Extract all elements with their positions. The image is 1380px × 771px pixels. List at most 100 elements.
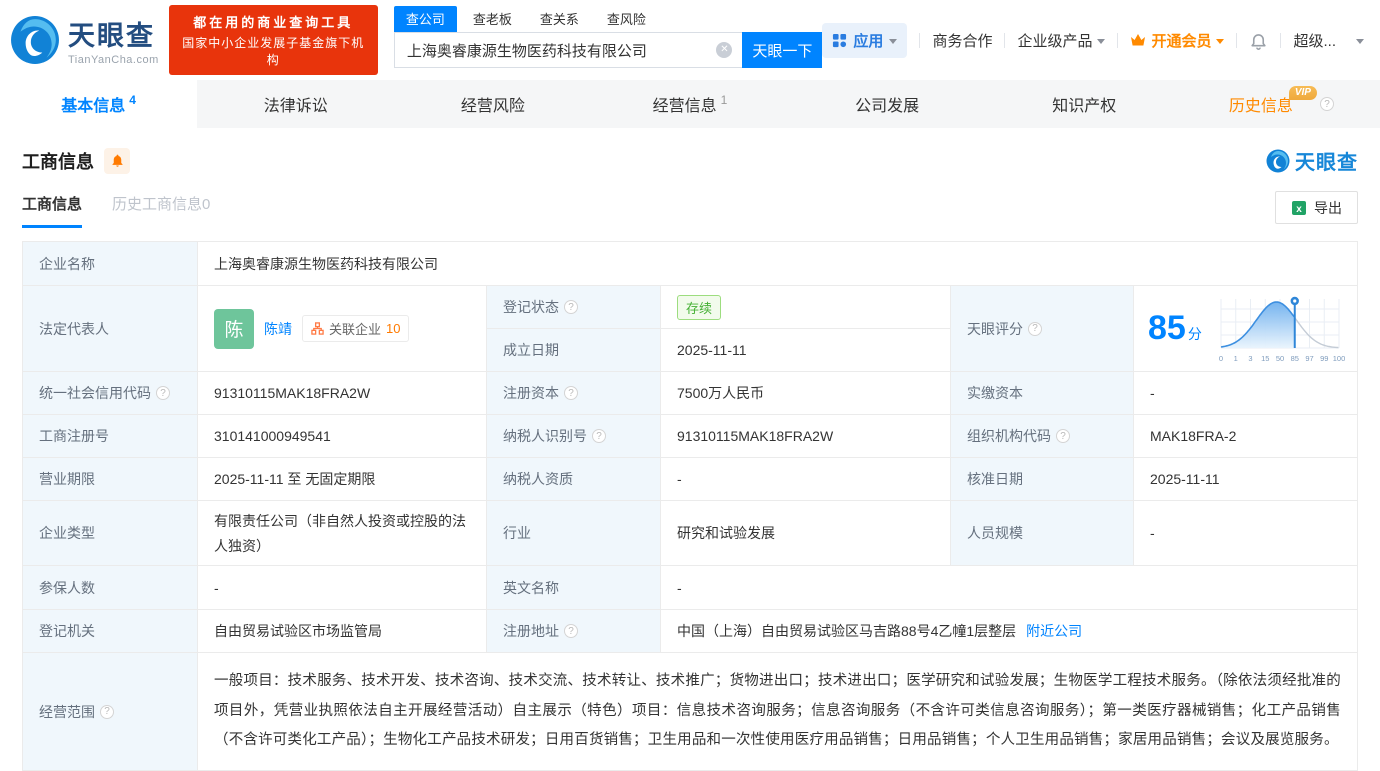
tab-label: 经营风险 [460, 98, 525, 115]
help-icon[interactable]: ? [564, 386, 578, 400]
nav-open-vip[interactable]: 开通会员 [1130, 30, 1225, 51]
tab-label: 知识产权 [1052, 98, 1117, 115]
open-vip-label: 开通会员 [1151, 32, 1212, 50]
tab-basic-info[interactable]: 基本信息 4 [0, 80, 198, 128]
legal-rep-value: 陈 陈靖 关联企业 10 [198, 286, 487, 372]
search-tab-risk[interactable]: 查风险 [595, 6, 658, 32]
tab-label: 法律诉讼 [263, 98, 328, 115]
promo-line1: 都在用的商业查询工具 [193, 15, 354, 30]
industry-value: 研究和试验发展 [661, 501, 951, 566]
section-title: 工商信息 [22, 151, 94, 172]
related-label: 关联企业 [329, 322, 382, 337]
watermark-text: 天眼查 [1295, 152, 1358, 174]
score-number: 85 分 [1148, 309, 1202, 347]
tab-operation-risk[interactable]: 经营风险 [394, 80, 591, 128]
help-icon[interactable]: ? [100, 704, 114, 719]
subtab-history-business-info[interactable]: 历史工商信息0 [112, 193, 210, 228]
search-input-wrap: ✕ [393, 32, 743, 68]
score-chart: 0 1 3 15 50 85 97 99 100 [1219, 296, 1346, 363]
legal-rep-avatar[interactable]: 陈 [214, 308, 254, 349]
apps-menu[interactable]: 应用 [822, 22, 908, 58]
search-button[interactable]: 天眼一下 [742, 32, 823, 68]
company-name-label: 企业名称 [23, 242, 198, 286]
taxpayer-quality-label: 纳税人资质 [487, 458, 661, 501]
reg-authority-label: 登记机关 [23, 610, 198, 653]
company-type-value: 有限责任公司（非自然人投资或控股的法人独资） [198, 501, 487, 566]
nav-enterprise-products[interactable]: 企业级产品 [1017, 30, 1106, 51]
search-tabs: 查公司 查老板 查关系 查风险 [393, 6, 823, 32]
monitor-bell-icon[interactable] [104, 147, 130, 174]
svg-text:1: 1 [1234, 354, 1238, 363]
search-tab-relation[interactable]: 查关系 [528, 6, 591, 32]
business-term-value: 2025-11-11 至 无固定期限 [198, 458, 487, 501]
paid-capital-value: - [1134, 372, 1358, 415]
staff-size-value: - [1134, 501, 1358, 566]
top-nav: 应用 商务合作 企业级产品 开通会员 超级... [822, 22, 1364, 58]
approval-date-value: 2025-11-11 [1134, 458, 1358, 501]
svg-text:100: 100 [1333, 354, 1346, 363]
reg-capital-value: 7500万人民币 [661, 372, 951, 415]
tab-company-development[interactable]: 公司发展 [789, 80, 986, 128]
org-structure-icon [311, 322, 324, 335]
promo-badge: 都在用的商业查询工具 国家中小企业发展子基金旗下机构 [168, 5, 378, 75]
tab-count: 1 [720, 93, 728, 107]
help-icon[interactable]: ? [564, 624, 578, 638]
excel-icon: x [1292, 200, 1306, 215]
business-scope-label: 经营范围? [23, 653, 198, 771]
legal-rep-name-link[interactable]: 陈靖 [264, 319, 292, 339]
tab-label: 公司发展 [855, 98, 920, 115]
company-name-value: 上海奥睿康源生物医药科技有限公司 [198, 242, 1358, 286]
staff-size-label: 人员规模 [951, 501, 1134, 566]
nav-divider [1004, 32, 1006, 48]
tab-intellectual-property[interactable]: 知识产权 [986, 80, 1183, 128]
company-type-label: 企业类型 [23, 501, 198, 566]
help-icon[interactable]: ? [1056, 429, 1070, 443]
business-info-table: 企业名称 上海奥睿康源生物医药科技有限公司 法定代表人 陈 陈靖 关联企业 10… [22, 241, 1358, 771]
help-icon[interactable]: ? [1319, 97, 1334, 111]
company-section-tabs: 基本信息 4 法律诉讼 经营风险 经营信息 1 公司发展 知识产权 历史信息 V… [0, 80, 1380, 128]
svg-text:50: 50 [1276, 354, 1284, 363]
nav-cooperation[interactable]: 商务合作 [932, 30, 992, 51]
search-tab-boss[interactable]: 查老板 [461, 6, 524, 32]
tab-operation-info[interactable]: 经营信息 1 [591, 80, 788, 128]
help-icon[interactable]: ? [564, 300, 578, 314]
super-vip-label: 超级... [1293, 32, 1336, 50]
export-button[interactable]: x 导出 [1275, 191, 1358, 224]
chevron-down-icon [1216, 38, 1225, 44]
status-badge: 存续 [677, 294, 722, 320]
nearby-companies-link[interactable]: 附近公司 [1026, 621, 1082, 641]
enterprise-products-label: 企业级产品 [1017, 32, 1093, 50]
svg-text:3: 3 [1248, 354, 1252, 363]
tab-legal-proceedings[interactable]: 法律诉讼 [197, 80, 394, 128]
nav-divider [1280, 32, 1282, 48]
tab-label: 基本信息 [61, 98, 126, 115]
help-icon[interactable]: ? [592, 429, 606, 443]
export-label: 导出 [1314, 199, 1342, 216]
search-input[interactable] [393, 32, 743, 68]
chevron-down-icon [889, 38, 898, 44]
help-icon[interactable]: ? [156, 386, 170, 400]
notification-bell-icon[interactable] [1249, 31, 1268, 50]
tab-history-info[interactable]: 历史信息 VIP ? [1183, 80, 1380, 128]
reg-status-value: 存续 [661, 286, 951, 329]
search-tab-company[interactable]: 查公司 [393, 6, 457, 32]
tab-label: 经营信息 [652, 98, 717, 115]
reg-address-label: 注册地址? [487, 610, 661, 653]
svg-text:0: 0 [1219, 354, 1223, 363]
reg-authority-value: 自由贸易试验区市场监管局 [198, 610, 487, 653]
taxpayer-quality-value: - [661, 458, 951, 501]
score-label: 天眼评分? [951, 286, 1134, 372]
nav-divider [919, 32, 921, 48]
account-chevron-down-icon[interactable] [1356, 38, 1364, 44]
subtab-business-info[interactable]: 工商信息 [22, 193, 83, 228]
chevron-down-icon [1097, 38, 1106, 44]
taxpayer-id-label: 纳税人识别号? [487, 415, 661, 458]
related-companies-badge[interactable]: 关联企业 10 [302, 315, 410, 342]
logo-title: 天眼查 [68, 21, 155, 51]
logo-text: 天眼查 TianYanCha.com [68, 14, 159, 66]
reg-address-value: 中国（上海）自由贸易试验区马吉路88号4乙幢1层整层 附近公司 [661, 610, 1358, 653]
tianyancha-logo[interactable]: 天眼查 TianYanCha.com [10, 14, 159, 66]
nav-super-vip[interactable]: 超级... [1293, 30, 1336, 51]
help-icon[interactable]: ? [1028, 321, 1042, 336]
apps-label: 应用 [853, 32, 884, 50]
